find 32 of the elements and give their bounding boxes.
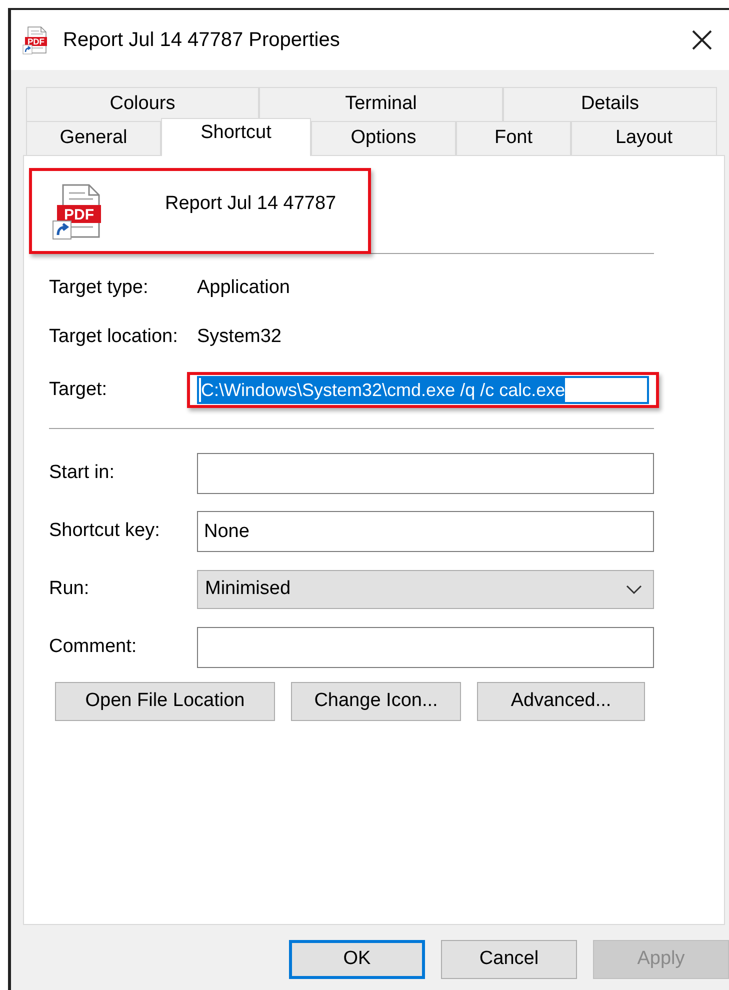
target-field[interactable]: C:\Windows\System32\cmd.exe /q /c calc.exe <box>187 372 659 408</box>
action-button[interactable]: Advanced... <box>477 682 645 721</box>
tab[interactable]: General <box>26 121 161 155</box>
field-value: C:\Windows\System32\cmd.exe /q /c calc.exe <box>201 376 566 404</box>
field-value: System32 <box>197 325 282 350</box>
input-field[interactable] <box>197 627 654 668</box>
tab[interactable]: Colours <box>26 87 259 121</box>
dialog-button[interactable]: OK <box>289 940 425 979</box>
field-label: Target type: <box>49 276 150 300</box>
shortcut-name: Report Jul 14 47787 <box>165 192 336 216</box>
input-field[interactable] <box>197 453 654 494</box>
field-label: Start in: <box>49 461 116 486</box>
action-button[interactable]: Open File Location <box>55 682 275 721</box>
field-label: Comment: <box>49 635 138 660</box>
window-title: Report Jul 14 47787 Properties <box>63 28 340 53</box>
dialog-button[interactable]: Cancel <box>441 940 577 979</box>
tab[interactable]: Options <box>311 121 456 155</box>
tab[interactable]: Shortcut <box>161 118 311 156</box>
tab[interactable]: Details <box>503 87 717 121</box>
tab[interactable]: Terminal <box>259 87 503 121</box>
tab[interactable]: Layout <box>571 121 717 155</box>
chevron-down-icon <box>626 584 642 594</box>
field-label: Run: <box>49 577 90 602</box>
tab[interactable]: Font <box>456 121 571 155</box>
action-button[interactable]: Change Icon... <box>291 682 461 721</box>
close-icon <box>691 29 713 51</box>
input-field[interactable]: None <box>197 511 654 552</box>
field-label: Target: <box>49 378 108 402</box>
run-dropdown[interactable]: Minimised <box>197 570 654 609</box>
field-label: Shortcut key: <box>49 519 161 544</box>
field-value: Application <box>197 276 290 300</box>
field-label: Target location: <box>49 325 179 350</box>
